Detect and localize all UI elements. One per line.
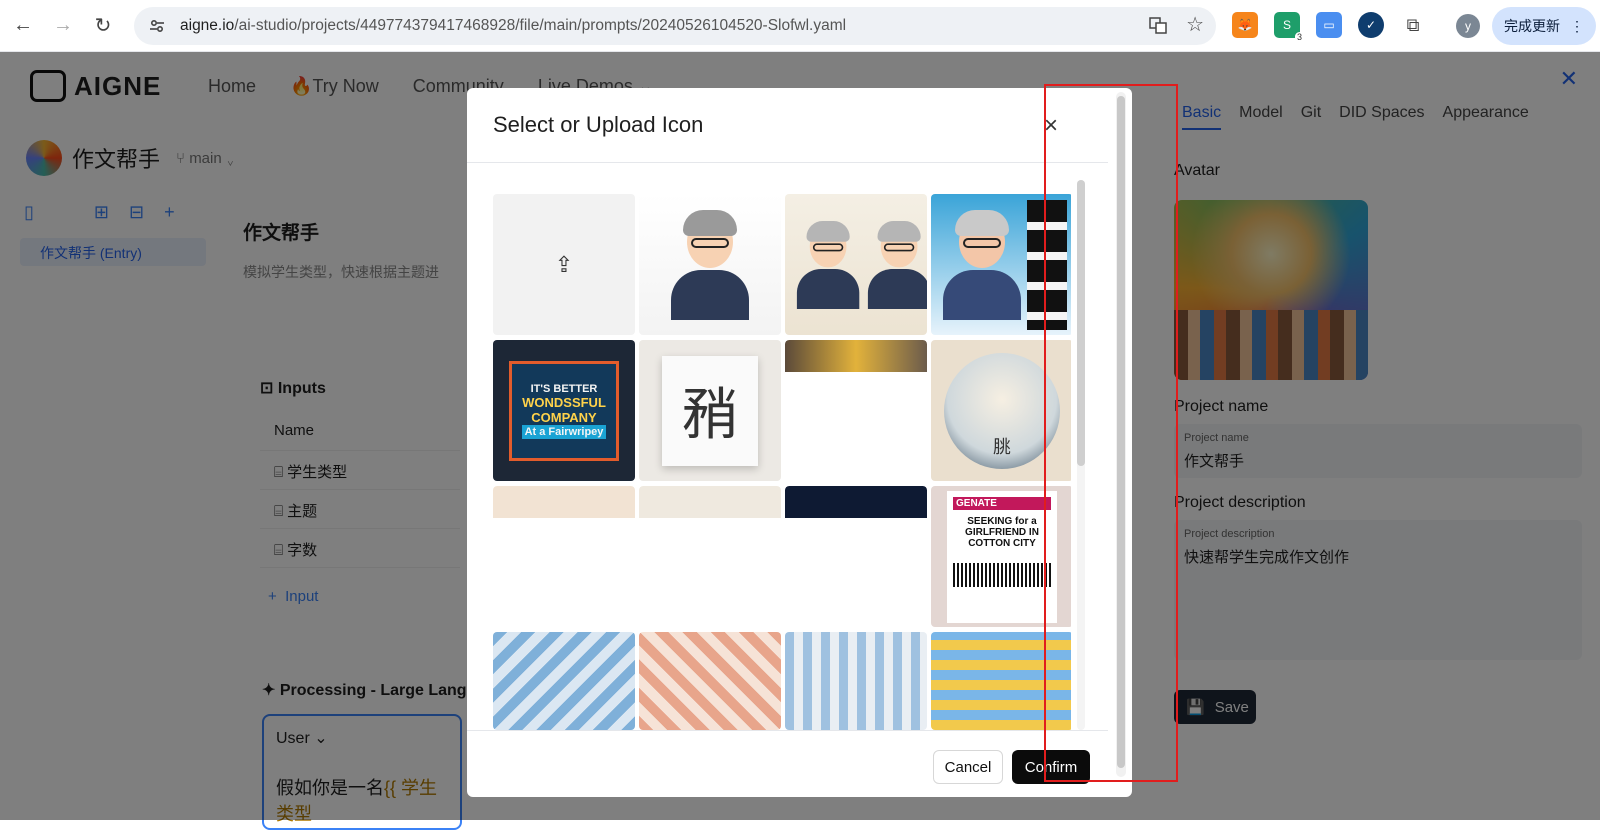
extension-green-icon[interactable]: S3 (1274, 12, 1304, 42)
divider (467, 162, 1108, 163)
barcode-icon (953, 562, 1051, 587)
extensions-puzzle-icon[interactable]: ⧉ (1400, 12, 1426, 38)
metamask-extension-icon[interactable]: 🦊 (1232, 12, 1258, 38)
poster-line: IT'S BETTER (530, 382, 598, 395)
poster-line: At a Fairwripey (521, 424, 607, 439)
icon-option-calligraphy[interactable]: 矟 (639, 340, 781, 481)
icon-grid: ⇪ IT'S BETTER WONDSSFUL COMPANY At a Fai… (493, 194, 1071, 730)
icon-option-comic-3[interactable] (785, 632, 927, 730)
ink-landscape-glyph: 朓 (944, 352, 1060, 469)
icon-option-loading[interactable] (785, 486, 927, 627)
upload-icon: ⇪ (554, 251, 574, 277)
icon-option-company-poster[interactable]: IT'S BETTER WONDSSFUL COMPANY At a Fairw… (493, 340, 635, 481)
divider (467, 730, 1108, 731)
browser-toolbar: ← → ↻ aigne.io/ai-studio/projects/449774… (0, 0, 1600, 52)
cancel-button[interactable]: Cancel (933, 750, 1003, 784)
icon-option-loading[interactable] (785, 340, 927, 481)
profile-avatar[interactable]: y (1456, 14, 1480, 38)
extension-badge: 3 (1294, 32, 1304, 42)
upload-tile[interactable]: ⇪ (493, 194, 635, 335)
extension-window-icon[interactable]: ▭ (1316, 12, 1342, 38)
poster-line: COMPANY (531, 409, 597, 425)
extensions-area: 🦊 S3 ▭ ✓ ⧉ (1232, 12, 1426, 42)
newspaper-title: SEEKING for a GIRLFRIEND IN COTTON CITY (965, 515, 1039, 549)
icon-option-cartoon-businessman[interactable] (639, 194, 781, 335)
newspaper-header: GENATE (953, 496, 1051, 510)
icon-option-twin-cartoon[interactable] (785, 194, 927, 335)
icon-option-comic-1[interactable] (493, 632, 635, 730)
translate-icon[interactable] (1148, 15, 1168, 38)
annotation-highlight-box (1044, 84, 1178, 782)
site-settings-icon[interactable] (146, 15, 168, 37)
forward-icon[interactable]: → (46, 9, 80, 43)
icon-option-loading[interactable] (639, 486, 781, 627)
icon-option-comic-2[interactable] (639, 632, 781, 730)
update-button[interactable]: 完成更新 ⋮ (1492, 7, 1596, 45)
more-vert-icon[interactable]: ⋮ (1570, 18, 1584, 35)
dialog-title: Select or Upload Icon (493, 112, 704, 137)
back-icon[interactable]: ← (6, 9, 40, 43)
reload-icon[interactable]: ↻ (86, 9, 120, 43)
calligraphy-glyph: 矟 (662, 355, 758, 466)
url-text[interactable]: aigne.io/ai-studio/projects/449774379417… (180, 17, 846, 35)
icon-option-loading[interactable] (493, 486, 635, 627)
icon-picker-dialog: Select or Upload Icon × ⇪ IT'S BETTER WO… (467, 88, 1132, 797)
extension-check-icon[interactable]: ✓ (1358, 12, 1384, 38)
address-bar[interactable]: aigne.io/ai-studio/projects/449774379417… (134, 7, 1216, 45)
poster-line: WONDSSFUL (522, 394, 606, 410)
bookmark-star-icon[interactable]: ☆ (1186, 15, 1204, 38)
update-label: 完成更新 (1504, 18, 1560, 34)
